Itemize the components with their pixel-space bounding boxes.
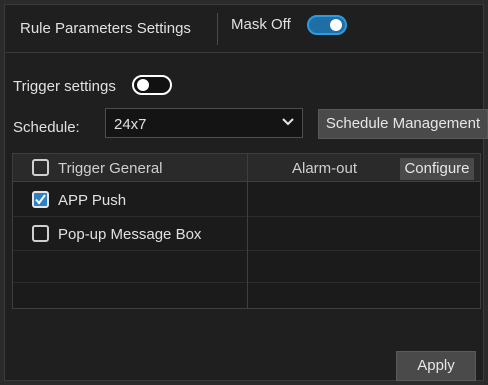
header-divider xyxy=(217,13,218,45)
trigger-general-header-label: Trigger General xyxy=(58,160,163,177)
row-divider xyxy=(13,216,248,217)
alarm-out-table: Alarm-out Configure xyxy=(247,153,481,309)
header-bar: Rule Parameters Settings Mask Off xyxy=(5,5,483,51)
alarm-out-header: Alarm-out Configure xyxy=(248,154,480,182)
trigger-general-table: Trigger General APP Push Pop-up Message … xyxy=(12,153,249,309)
schedule-management-button[interactable]: Schedule Management xyxy=(318,109,488,139)
row-divider xyxy=(248,282,480,283)
trigger-settings-label: Trigger settings xyxy=(13,78,116,95)
trigger-settings-toggle[interactable] xyxy=(132,75,172,95)
configure-button[interactable]: Configure xyxy=(400,158,474,180)
row-divider xyxy=(13,250,248,251)
alarm-out-header-label: Alarm-out xyxy=(292,160,358,177)
rule-parameters-panel: Rule Parameters Settings Mask Off Trigge… xyxy=(4,4,488,381)
popup-message-box-checkbox[interactable] xyxy=(32,225,49,242)
toggle-knob xyxy=(137,79,149,91)
popup-message-box-label: Pop-up Message Box xyxy=(58,226,202,243)
app-push-label: APP Push xyxy=(58,192,127,209)
schedule-select-value: 24x7 xyxy=(114,116,147,133)
schedule-select[interactable]: 24x7 xyxy=(105,108,303,138)
apply-button[interactable]: Apply xyxy=(396,351,476,381)
panel-title: Rule Parameters Settings xyxy=(20,20,191,37)
schedule-label: Schedule: xyxy=(13,119,80,136)
header-divider-line xyxy=(5,52,483,53)
trigger-general-header: Trigger General xyxy=(13,154,248,182)
checkmark-icon xyxy=(35,194,46,205)
app-push-checkbox[interactable] xyxy=(32,191,49,208)
row-divider xyxy=(13,282,248,283)
chevron-down-icon xyxy=(282,118,294,126)
mask-label: Mask Off xyxy=(231,16,291,33)
row-divider xyxy=(248,216,480,217)
select-all-checkbox[interactable] xyxy=(32,159,49,176)
toggle-knob xyxy=(330,19,342,31)
row-divider xyxy=(248,250,480,251)
mask-toggle[interactable] xyxy=(307,15,347,35)
